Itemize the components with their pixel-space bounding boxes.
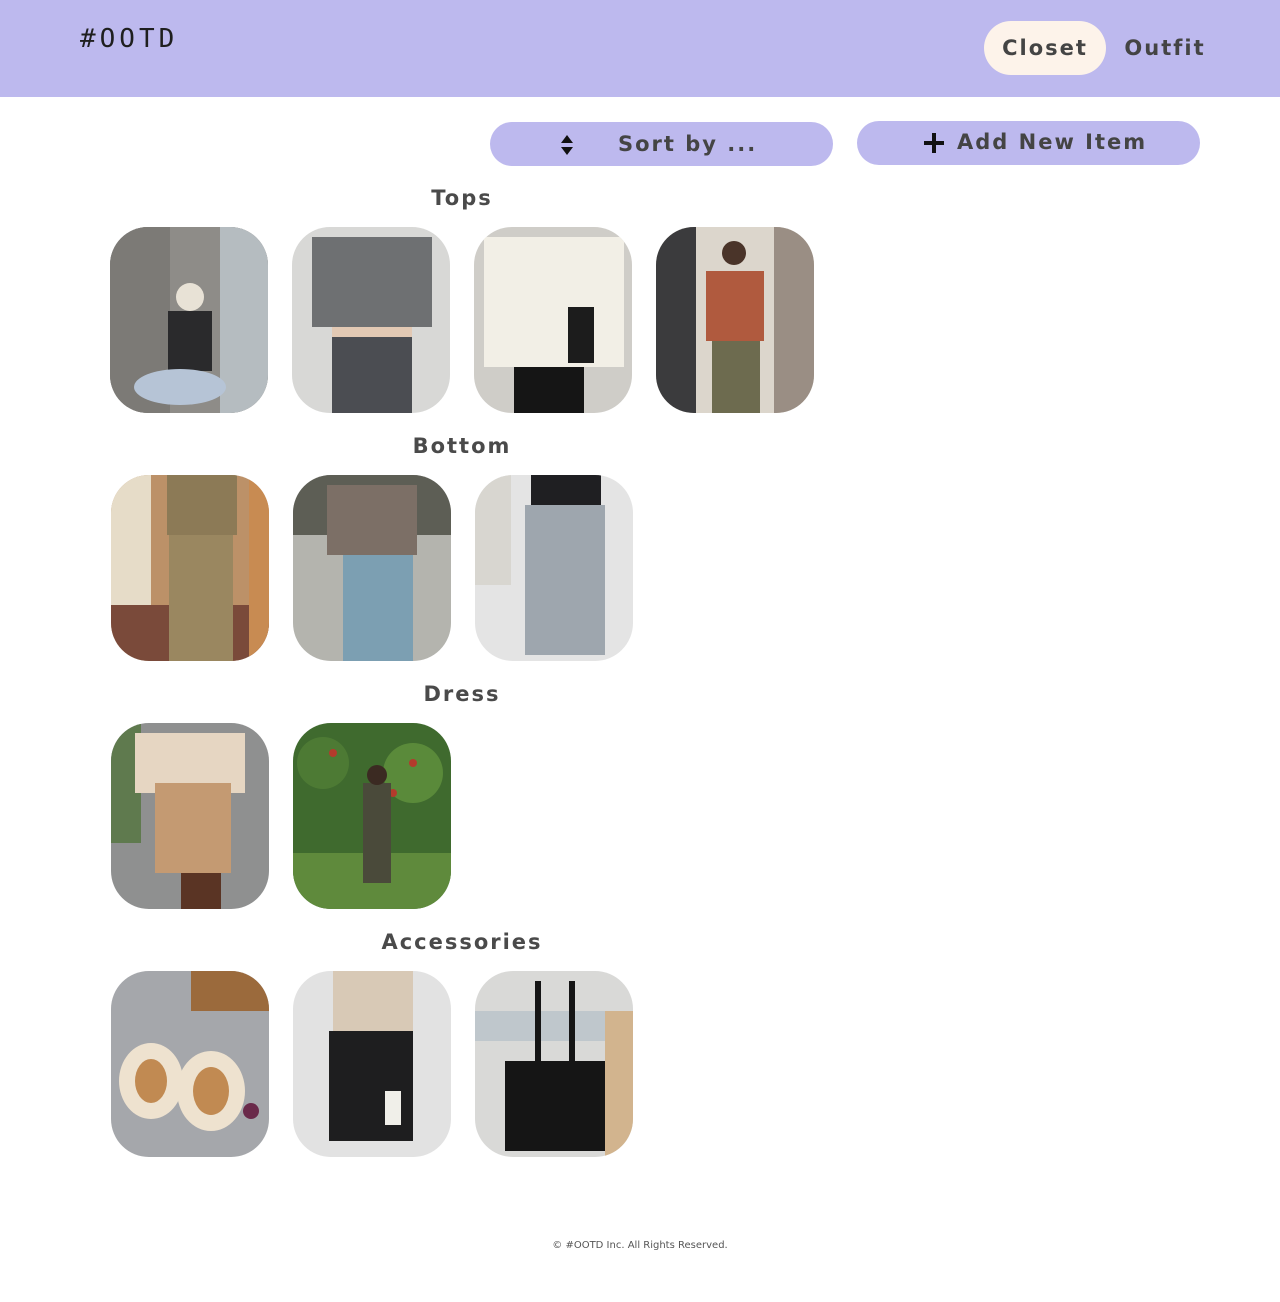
item-photo [111, 475, 269, 661]
closet-item-card[interactable] [475, 971, 633, 1157]
closet-item-card[interactable] [293, 475, 451, 661]
closet-item-card[interactable] [292, 227, 450, 413]
item-photo [656, 227, 814, 413]
footer-copyright: © #OOTD Inc. All Rights Reserved. [552, 1240, 728, 1251]
sort-icon [561, 135, 573, 155]
item-photo [475, 971, 633, 1157]
closet-item-card[interactable] [474, 227, 632, 413]
sort-label: Sort by ... [618, 132, 758, 156]
add-new-item-label: Add New Item [957, 130, 1148, 154]
item-photo [111, 723, 269, 909]
closet-item-card[interactable] [111, 971, 269, 1157]
closet-item-card[interactable] [656, 227, 814, 413]
item-photo [475, 475, 633, 661]
app-logo[interactable]: #OOTD [80, 24, 178, 54]
section-title-tops: Tops [431, 186, 493, 210]
item-photo [293, 971, 451, 1157]
sort-button[interactable]: Sort by ... [490, 122, 833, 166]
closet-item-card[interactable] [111, 475, 269, 661]
add-new-item-button[interactable]: Add New Item [857, 121, 1200, 165]
section-title-bottom: Bottom [412, 434, 512, 458]
section-title-dress: Dress [423, 682, 501, 706]
item-photo [474, 227, 632, 413]
nav-outfit-button[interactable]: Outfit [1118, 21, 1212, 75]
closet-item-card[interactable] [111, 723, 269, 909]
item-photo [293, 723, 451, 909]
closet-item-card[interactable] [293, 971, 451, 1157]
closet-item-card[interactable] [475, 475, 633, 661]
closet-item-card[interactable] [110, 227, 268, 413]
item-photo [292, 227, 450, 413]
section-title-accessories: Accessories [381, 930, 543, 954]
header-bar: #OOTD Closet Outfit [0, 0, 1280, 97]
item-photo [110, 227, 268, 413]
item-photo [293, 475, 451, 661]
closet-item-card[interactable] [293, 723, 451, 909]
item-photo [111, 971, 269, 1157]
nav-closet-button[interactable]: Closet [984, 21, 1106, 75]
plus-icon [924, 133, 944, 153]
